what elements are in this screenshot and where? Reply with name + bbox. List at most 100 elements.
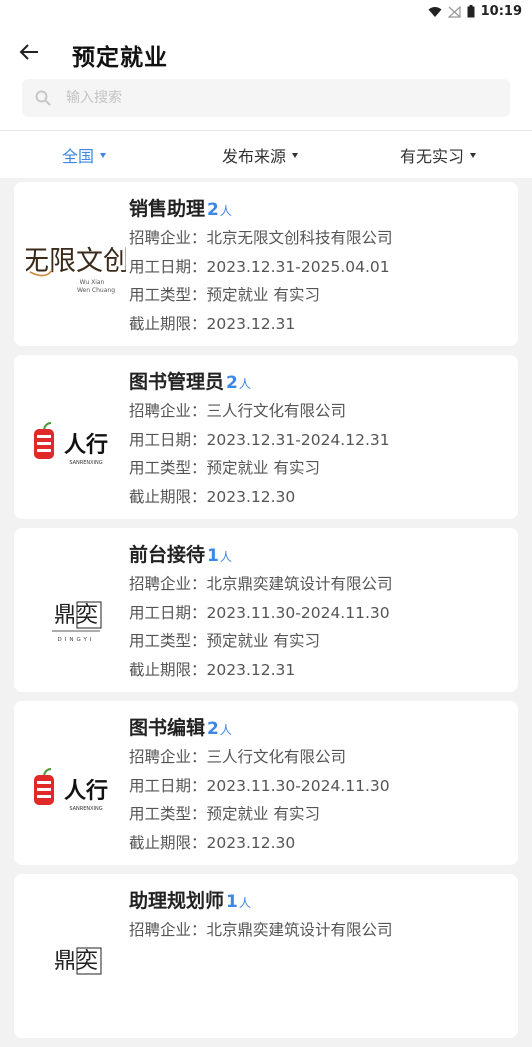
dates-label: 用工日期： bbox=[129, 603, 207, 622]
job-title: 前台接待 bbox=[129, 544, 206, 566]
company-value: 北京鼎奕建筑设计有限公司 bbox=[206, 921, 393, 939]
status-time: 10:19 bbox=[480, 4, 522, 19]
deadline-row: 截止期限：2023.12.30 bbox=[129, 829, 390, 858]
job-card[interactable]: 人行 SANRENXING 图书管理员 2人 招聘企业：三人行文化有限公司 用工日… bbox=[14, 355, 518, 519]
search-bar[interactable] bbox=[22, 79, 510, 117]
job-card[interactable]: 鼎奕 助理规划师 1人 招聘企业：北京鼎奕建筑设计有限公司 bbox=[14, 874, 518, 1038]
dates-row: 用工日期：2023.12.31-2025.04.01 bbox=[129, 253, 393, 282]
company-row: 招聘企业：北京鼎奕建筑设计有限公司 bbox=[129, 570, 393, 599]
headcount-unit: 人 bbox=[219, 550, 232, 564]
type-value: 预定就业 有实习 bbox=[206, 459, 320, 477]
dates-value: 2023.11.30-2024.11.30 bbox=[206, 603, 390, 622]
caret-down-icon bbox=[292, 152, 299, 158]
job-list: 无限文创 Wu Xian Wen Chuang 销售助理 2人 招聘企业：北京无限… bbox=[14, 182, 518, 1047]
dates-value: 2023.12.31-2025.04.01 bbox=[206, 257, 390, 276]
filter-bar: 全国 发布来源 有无实习 bbox=[0, 131, 532, 177]
type-label: 用工类型： bbox=[129, 286, 207, 304]
dates-row: 用工日期：2023.11.30-2024.11.30 bbox=[129, 772, 390, 801]
job-title: 助理规划师 bbox=[129, 890, 225, 912]
type-value: 预定就业 有实习 bbox=[206, 805, 320, 823]
headcount: 1 bbox=[207, 546, 219, 566]
headcount-unit: 人 bbox=[238, 896, 251, 910]
type-row: 用工类型：预定就业 有实习 bbox=[129, 800, 390, 829]
type-label: 用工类型： bbox=[129, 632, 207, 650]
headcount-unit: 人 bbox=[238, 377, 251, 391]
company-logo-dingyi: 鼎奕 bbox=[54, 947, 102, 975]
logo-subtext: DINGYI bbox=[58, 637, 95, 643]
logo-subtext: Wu Xian bbox=[80, 279, 105, 286]
logo-subtext: SANRENXING bbox=[69, 806, 102, 812]
headcount: 2 bbox=[207, 719, 219, 739]
battery-icon bbox=[467, 5, 475, 18]
logo-wordmark: 人行 bbox=[64, 778, 108, 804]
deadline-label: 截止期限： bbox=[129, 660, 207, 679]
job-card[interactable]: 无限文创 Wu Xian Wen Chuang 销售助理 2人 招聘企业：北京无限… bbox=[14, 182, 518, 346]
dates-label: 用工日期： bbox=[129, 776, 207, 795]
job-card[interactable]: 人行 SANRENXING 图书编辑 2人 招聘企业：三人行文化有限公司 用工日期… bbox=[14, 701, 518, 865]
job-card[interactable]: 鼎奕 DINGYI 前台接待 1人 招聘企业：北京鼎奕建筑设计有限公司 用工日期：… bbox=[14, 528, 518, 692]
deadline-value: 2023.12.30 bbox=[206, 833, 296, 852]
caret-down-icon bbox=[470, 152, 477, 158]
company-value: 三人行文化有限公司 bbox=[206, 402, 347, 420]
type-row: 用工类型：预定就业 有实习 bbox=[129, 454, 390, 483]
filter-source-label: 发布来源 bbox=[222, 147, 287, 166]
filter-internship-label: 有无实习 bbox=[400, 147, 465, 166]
search-input[interactable] bbox=[64, 89, 488, 107]
company-logo-sanrenxing: 人行 SANRENXING bbox=[34, 768, 108, 812]
deadline-row: 截止期限：2023.12.31 bbox=[129, 310, 393, 339]
type-value: 预定就业 有实习 bbox=[206, 286, 320, 304]
company-label: 招聘企业： bbox=[129, 575, 207, 593]
dates-row: 用工日期：2023.12.31-2024.12.31 bbox=[129, 426, 390, 455]
deadline-value: 2023.12.30 bbox=[206, 487, 296, 506]
company-value: 三人行文化有限公司 bbox=[206, 748, 347, 766]
company-row: 招聘企业：三人行文化有限公司 bbox=[129, 397, 390, 426]
navigation-bar: 预定就业 bbox=[0, 32, 532, 76]
headcount: 1 bbox=[226, 892, 238, 912]
dates-row: 用工日期：2023.11.30-2024.11.30 bbox=[129, 599, 393, 628]
filter-region[interactable]: 全国 bbox=[62, 143, 107, 167]
filter-internship[interactable]: 有无实习 bbox=[400, 143, 477, 167]
filter-source[interactable]: 发布来源 bbox=[222, 143, 299, 167]
type-value: 预定就业 有实习 bbox=[206, 632, 320, 650]
type-label: 用工类型： bbox=[129, 459, 207, 477]
company-label: 招聘企业： bbox=[129, 921, 207, 939]
deadline-row: 截止期限：2023.12.31 bbox=[129, 656, 393, 685]
page-title: 预定就业 bbox=[72, 45, 168, 71]
company-label: 招聘企业： bbox=[129, 748, 207, 766]
job-title: 销售助理 bbox=[129, 198, 206, 220]
company-row: 招聘企业：北京无限文创科技有限公司 bbox=[129, 224, 393, 253]
company-label: 招聘企业： bbox=[129, 229, 207, 247]
deadline-label: 截止期限： bbox=[129, 487, 207, 506]
caret-down-icon bbox=[100, 152, 107, 158]
headcount: 2 bbox=[226, 373, 238, 393]
company-row: 招聘企业：北京鼎奕建筑设计有限公司 bbox=[129, 916, 393, 945]
company-row: 招聘企业：三人行文化有限公司 bbox=[129, 743, 390, 772]
company-logo-dingyi: 鼎奕 DINGYI bbox=[52, 601, 102, 643]
headcount: 2 bbox=[207, 200, 219, 220]
headcount-unit: 人 bbox=[219, 723, 232, 737]
deadline-value: 2023.12.31 bbox=[206, 660, 296, 679]
type-label: 用工类型： bbox=[129, 805, 207, 823]
no-signal-icon bbox=[447, 5, 461, 18]
company-value: 北京鼎奕建筑设计有限公司 bbox=[206, 575, 393, 593]
dates-label: 用工日期： bbox=[129, 430, 207, 449]
deadline-label: 截止期限： bbox=[129, 314, 207, 333]
back-arrow-icon[interactable] bbox=[16, 38, 44, 66]
top-area: 10:19 预定就业 全国 发布来源 有无实习 bbox=[0, 0, 532, 178]
deadline-label: 截止期限： bbox=[129, 833, 207, 852]
status-bar: 10:19 bbox=[0, 0, 532, 26]
company-logo-wuxian: 无限文创 Wu Xian Wen Chuang bbox=[26, 246, 126, 294]
type-row: 用工类型：预定就业 有实习 bbox=[129, 627, 393, 656]
filter-region-label: 全国 bbox=[62, 147, 95, 166]
type-row: 用工类型：预定就业 有实习 bbox=[129, 281, 393, 310]
logo-wordmark: 鼎奕 bbox=[54, 949, 98, 974]
dates-label: 用工日期： bbox=[129, 257, 207, 276]
search-icon bbox=[35, 90, 51, 106]
deadline-row: 截止期限：2023.12.30 bbox=[129, 483, 390, 512]
logo-wordmark: 无限文创 bbox=[26, 246, 126, 277]
logo-subtext: Wen Chuang bbox=[77, 287, 115, 294]
deadline-value: 2023.12.31 bbox=[206, 314, 296, 333]
logo-wordmark: 鼎奕 bbox=[54, 603, 98, 628]
logo-subtext: SANRENXING bbox=[69, 460, 102, 466]
headcount-unit: 人 bbox=[219, 204, 232, 218]
